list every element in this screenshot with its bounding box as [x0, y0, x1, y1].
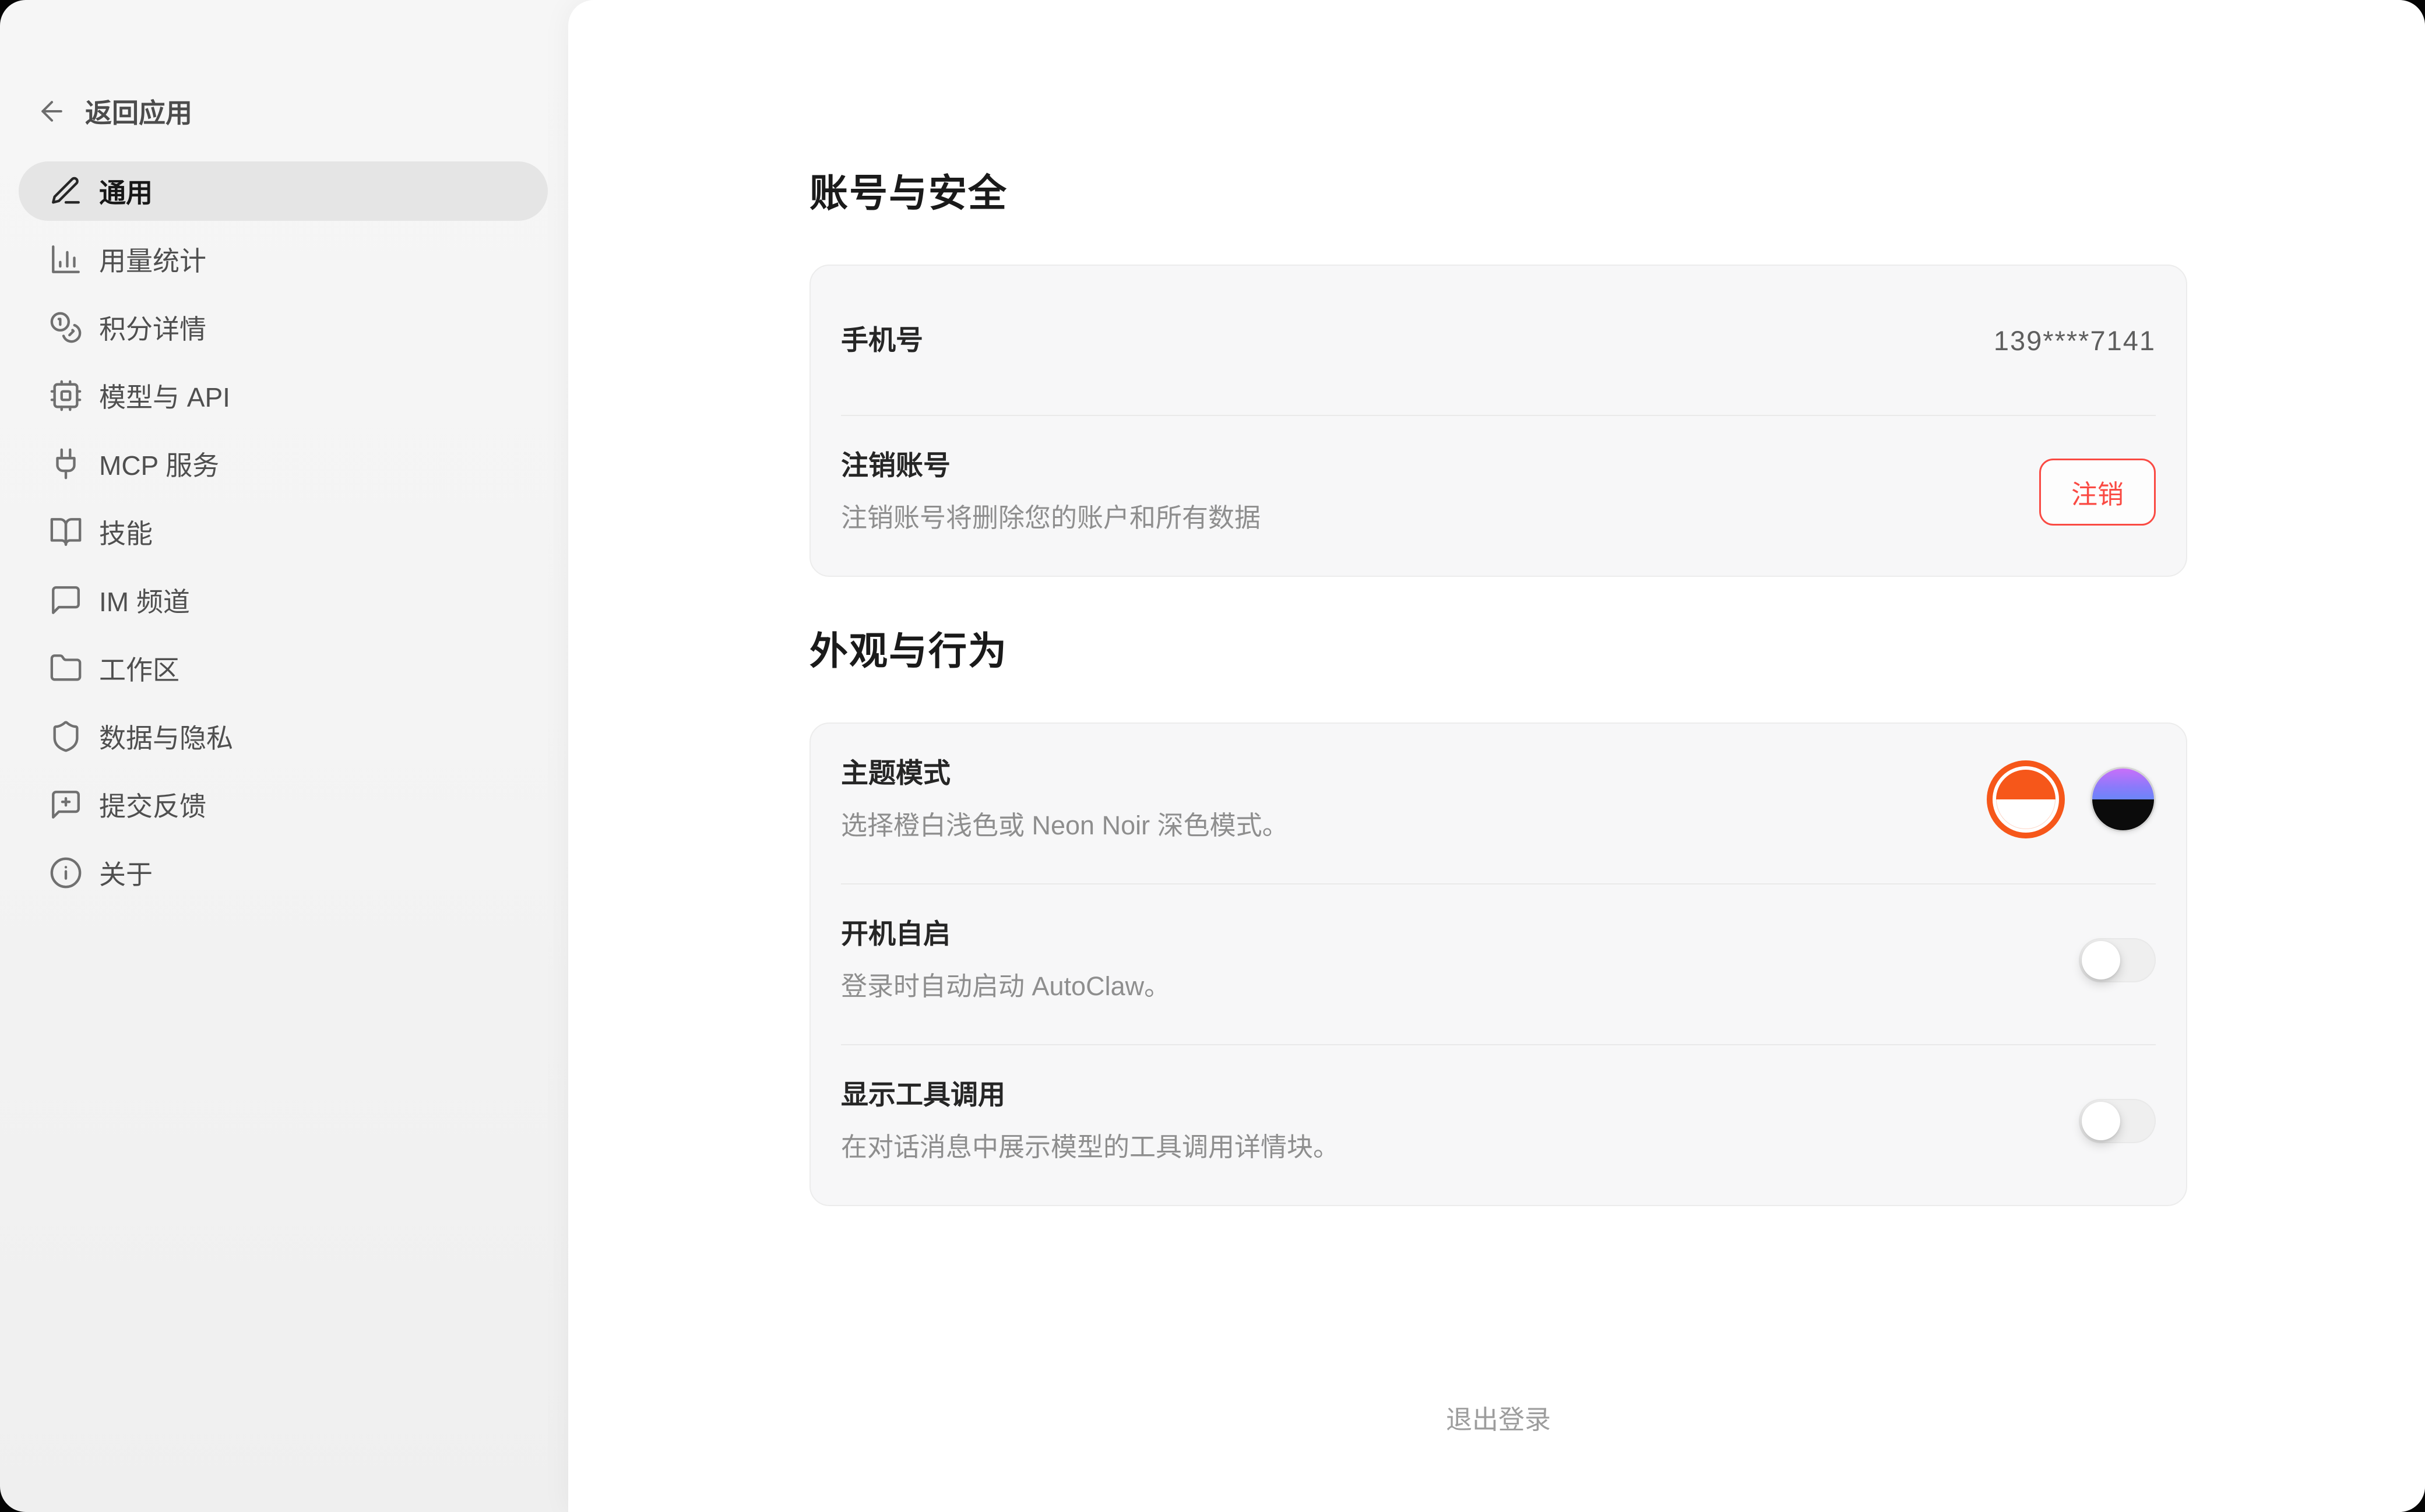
theme-mode-description: 选择橙白浅色或 Neon Noir 深色模式。 — [841, 809, 1289, 843]
logout-button[interactable]: 退出登录 — [809, 1398, 2187, 1436]
autostart-description: 登录时自动启动 AutoClaw。 — [841, 970, 1170, 1003]
sidebar-item-label: 数据与隐私 — [99, 717, 233, 756]
back-to-app-button[interactable]: 返回应用 — [36, 92, 192, 131]
settings-content: 账号与安全 手机号 139****7141 注销账号 注销账号将删除您的账户和所… — [809, 0, 2187, 1436]
theme-dark-swatch[interactable] — [2090, 767, 2156, 832]
sidebar-item-label: IM 频道 — [99, 581, 190, 619]
sidebar-item-models-api[interactable]: 模型与 API — [19, 366, 548, 425]
theme-mode-row: 主题模式 选择橙白浅色或 Neon Noir 深色模式。 — [811, 724, 2186, 883]
settings-sidebar: 返回应用 通用 用量统计 积分详情 模型与 API MCP 服务 — [0, 0, 568, 1512]
delete-account-texts: 注销账号 注销账号将删除您的账户和所有数据 — [841, 449, 1261, 535]
sidebar-item-mcp-service[interactable]: MCP 服务 — [19, 434, 548, 494]
back-to-app-label: 返回应用 — [85, 92, 192, 131]
phone-number-label: 手机号 — [841, 323, 923, 357]
autostart-texts: 开机自启 登录时自动启动 AutoClaw。 — [841, 917, 1170, 1003]
sidebar-item-usage-stats[interactable]: 用量统计 — [19, 230, 548, 289]
show-tool-calls-row: 显示工具调用 在对话消息中展示模型的工具调用详情块。 — [811, 1045, 2186, 1205]
phone-number-row: 手机号 139****7141 — [811, 266, 2186, 415]
sidebar-item-label: MCP 服务 — [99, 445, 219, 483]
autostart-title: 开机自启 — [841, 917, 1170, 951]
feedback-plus-icon — [49, 788, 83, 822]
theme-mode-texts: 主题模式 选择橙白浅色或 Neon Noir 深色模式。 — [841, 756, 1289, 843]
chat-bubble-icon — [49, 583, 83, 617]
sidebar-item-general[interactable]: 通用 — [19, 161, 548, 221]
show-tool-calls-title: 显示工具调用 — [841, 1078, 1339, 1112]
sidebar-item-label: 技能 — [99, 513, 153, 551]
sidebar-item-feedback[interactable]: 提交反馈 — [19, 775, 548, 834]
appearance-behavior-card: 主题模式 选择橙白浅色或 Neon Noir 深色模式。 开机自启 登录时自动 — [809, 722, 2187, 1206]
phone-number-value: 139****7141 — [1994, 325, 2156, 357]
sidebar-item-im-channels[interactable]: IM 频道 — [19, 570, 548, 630]
sidebar-item-workspace[interactable]: 工作区 — [19, 639, 548, 698]
info-icon — [49, 856, 83, 890]
autostart-row: 开机自启 登录时自动启动 AutoClaw。 — [811, 884, 2186, 1044]
show-tool-calls-toggle[interactable] — [2079, 1099, 2156, 1143]
sidebar-item-label: 用量统计 — [99, 240, 206, 279]
appearance-behavior-title: 外观与行为 — [809, 628, 2187, 674]
arrow-left-icon — [36, 96, 68, 127]
theme-light-swatch[interactable] — [1987, 760, 2065, 838]
sidebar-item-data-privacy[interactable]: 数据与隐私 — [19, 707, 548, 766]
plug-icon — [49, 447, 83, 481]
delete-account-description: 注销账号将删除您的账户和所有数据 — [841, 501, 1261, 535]
sidebar-item-label: 模型与 API — [99, 376, 230, 415]
theme-options — [1987, 760, 2156, 838]
autostart-toggle[interactable] — [2079, 938, 2156, 982]
toggle-knob — [2082, 941, 2120, 979]
coins-icon — [49, 311, 83, 344]
delete-account-row: 注销账号 注销账号将删除您的账户和所有数据 注销 — [811, 416, 2186, 576]
sidebar-item-credits[interactable]: 积分详情 — [19, 298, 548, 357]
show-tool-calls-texts: 显示工具调用 在对话消息中展示模型的工具调用详情块。 — [841, 1078, 1339, 1164]
delete-account-button[interactable]: 注销 — [2039, 459, 2156, 526]
book-open-icon — [49, 515, 83, 549]
cpu-icon — [49, 379, 83, 413]
sidebar-item-label: 工作区 — [99, 649, 180, 688]
shield-icon — [49, 720, 83, 753]
sidebar-item-skills[interactable]: 技能 — [19, 502, 548, 562]
pen-icon — [49, 174, 83, 208]
sidebar-item-label: 积分详情 — [99, 308, 206, 347]
show-tool-calls-description: 在对话消息中展示模型的工具调用详情块。 — [841, 1130, 1339, 1164]
folder-icon — [49, 651, 83, 685]
account-security-title: 账号与安全 — [809, 170, 2187, 216]
sidebar-nav: 通用 用量统计 积分详情 模型与 API MCP 服务 技能 — [19, 161, 548, 911]
settings-window: 返回应用 通用 用量统计 积分详情 模型与 API MCP 服务 — [0, 0, 2425, 1512]
sidebar-item-label: 通用 — [99, 172, 153, 210]
settings-main-panel: 账号与安全 手机号 139****7141 注销账号 注销账号将删除您的账户和所… — [568, 0, 2425, 1512]
bar-chart-icon — [49, 242, 83, 276]
delete-account-title: 注销账号 — [841, 449, 1261, 482]
theme-light-preview — [1996, 770, 2056, 829]
sidebar-item-label: 关于 — [99, 854, 153, 892]
toggle-knob — [2082, 1102, 2120, 1140]
account-security-card: 手机号 139****7141 注销账号 注销账号将删除您的账户和所有数据 注销 — [809, 265, 2187, 577]
sidebar-item-label: 提交反馈 — [99, 785, 206, 824]
sidebar-item-about[interactable]: 关于 — [19, 843, 548, 903]
theme-mode-title: 主题模式 — [841, 756, 1289, 790]
